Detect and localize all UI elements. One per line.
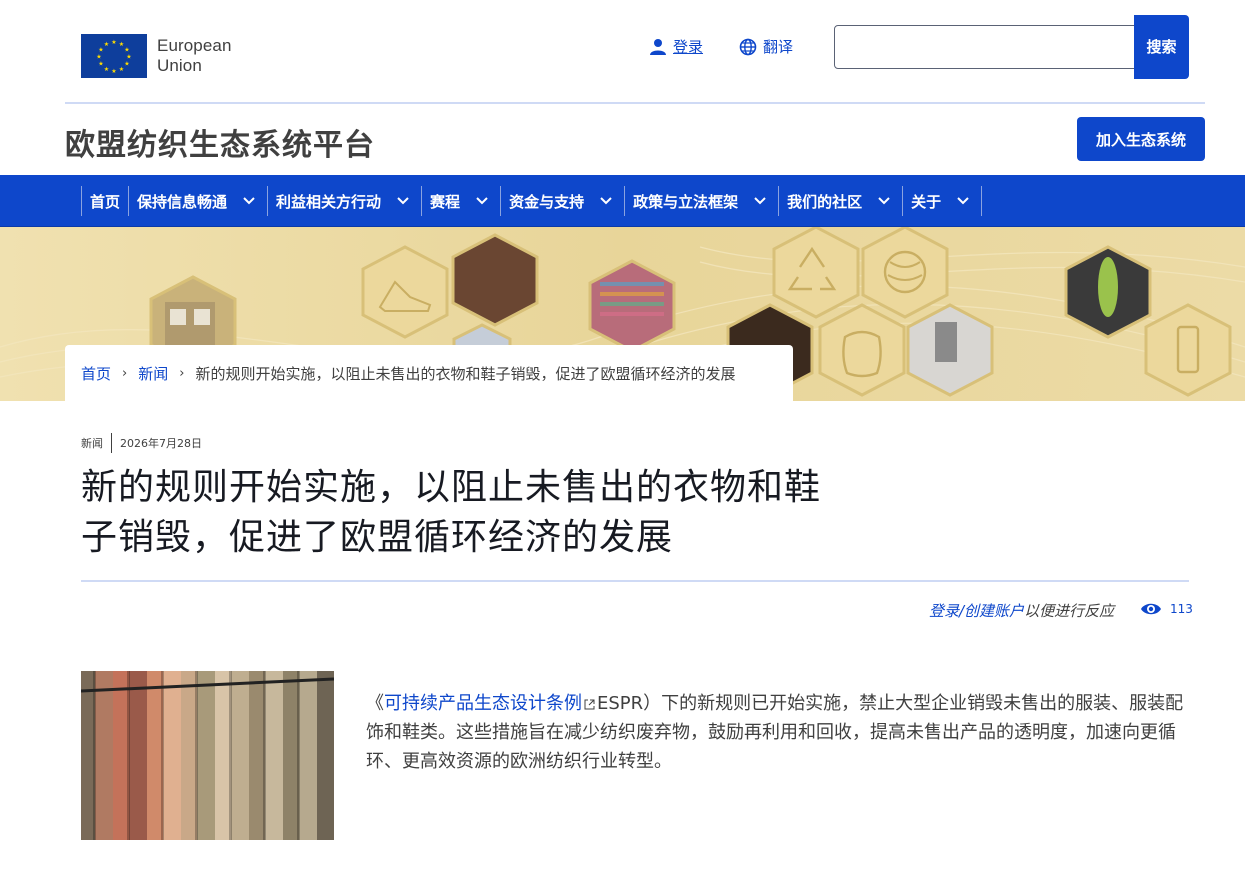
nav-item-policy[interactable]: 政策与立法框架 <box>624 186 778 216</box>
nav-item-funding[interactable]: 资金与支持 <box>500 186 624 216</box>
login-label: 登录 <box>673 38 704 56</box>
breadcrumb-current: 新的规则开始实施，以阻止未售出的衣物和鞋子销毁，促进了欧盟循环经济的发展 <box>195 364 736 383</box>
platform-title: 欧盟纺织生态系统平台 <box>65 128 375 163</box>
join-ecosystem-button[interactable]: 加入生态系统 <box>1077 117 1205 161</box>
nav-label: 关于 <box>911 192 942 211</box>
nav-item-home[interactable]: 首页 <box>81 186 128 216</box>
svg-text:★: ★ <box>124 61 129 68</box>
nav-item-about[interactable]: 关于 <box>902 186 983 216</box>
search-button[interactable]: 搜索 <box>1134 15 1189 79</box>
breadcrumb-news[interactable]: 新闻 <box>138 363 168 384</box>
svg-text:★: ★ <box>111 39 116 46</box>
intro-open-bracket: 《 <box>366 693 384 714</box>
svg-text:★: ★ <box>126 54 131 61</box>
meta-divider <box>111 433 112 453</box>
search-input[interactable] <box>834 25 1135 69</box>
chevron-down-icon <box>600 197 612 205</box>
article-title-line-2: 子销毁，促进了欧盟循环经济的发展 <box>81 517 674 558</box>
translate-link[interactable]: 翻译 <box>739 36 793 57</box>
nav-list: 首页 保持信息畅通 利益相关方行动 赛程 资金与支持 政策与立法框架 我们的社区… <box>81 186 983 216</box>
article-type: 新闻 <box>81 437 103 450</box>
nav-item-stay-informed[interactable]: 保持信息畅通 <box>128 186 267 216</box>
svg-text:★: ★ <box>98 61 103 68</box>
svg-text:★: ★ <box>104 66 109 73</box>
breadcrumb: 首页 › 新闻 › 新的规则开始实施，以阻止未售出的衣物和鞋子销毁，促进了欧盟循… <box>65 345 793 401</box>
header-divider <box>65 102 1205 104</box>
title-divider <box>81 580 1189 582</box>
login-link[interactable]: 登录 <box>649 36 703 57</box>
nav-label: 资金与支持 <box>509 192 585 211</box>
nav-item-stakeholder-actions[interactable]: 利益相关方行动 <box>267 186 421 216</box>
nav-label: 赛程 <box>430 192 461 211</box>
eu-flag-icon: ★ ★ ★ ★ ★ ★ ★ ★ ★ ★ ★ ★ <box>81 34 147 78</box>
nav-label: 保持信息畅通 <box>137 192 228 211</box>
article-title: 新的规则开始实施，以阻止未售出的衣物和鞋 子销毁，促进了欧盟循环经济的发展 <box>81 463 941 563</box>
nav-item-events[interactable]: 赛程 <box>421 186 500 216</box>
breadcrumb-home[interactable]: 首页 <box>81 363 111 384</box>
logo-line-2: Union <box>157 56 202 75</box>
article-image-fabric <box>81 671 334 840</box>
svg-text:★: ★ <box>96 54 101 61</box>
nav-item-community[interactable]: 我们的社区 <box>778 186 902 216</box>
article-meta: 新闻 2026年7月28日 <box>81 433 202 453</box>
breadcrumb-separator: › <box>122 365 128 381</box>
chevron-down-icon <box>397 197 409 205</box>
eu-logo-text: European Union <box>157 36 232 76</box>
globe-icon <box>739 38 757 55</box>
chevron-down-icon <box>754 197 766 205</box>
login-create-account-link[interactable]: 登录/创建账户 <box>929 600 1024 621</box>
svg-text:★: ★ <box>119 66 124 73</box>
reaction-prompt: 登录/创建账户 以便进行反应 <box>929 600 1114 621</box>
article-date: 2026年7月28日 <box>120 437 202 450</box>
svg-text:★: ★ <box>104 41 109 48</box>
svg-text:★: ★ <box>124 47 129 54</box>
chevron-down-icon <box>476 197 488 205</box>
nav-label: 我们的社区 <box>787 192 863 211</box>
translate-label: 翻译 <box>763 38 794 56</box>
external-link-icon <box>584 699 595 709</box>
article-intro: 《可持续产品生态设计条例 ESPR）下的新规则已开始实施，禁止大型企业销毁未售出的… <box>366 689 1189 776</box>
nav-label: 首页 <box>90 192 121 211</box>
logo-line-1: European <box>157 36 232 55</box>
chevron-down-icon <box>957 197 969 205</box>
eu-logo[interactable]: ★ ★ ★ ★ ★ ★ ★ ★ ★ ★ ★ ★ European Union <box>81 34 232 78</box>
view-count: 113 <box>1170 602 1193 616</box>
nav-label: 利益相关方行动 <box>276 192 382 211</box>
user-icon <box>650 38 666 55</box>
chevron-down-icon <box>243 197 255 205</box>
view-counter: 113 <box>1140 601 1193 617</box>
breadcrumb-separator: › <box>179 365 185 381</box>
reaction-text: 以便进行反应 <box>1024 602 1115 620</box>
main-nav: 首页 保持信息畅通 利益相关方行动 赛程 资金与支持 政策与立法框架 我们的社区… <box>0 175 1245 227</box>
eye-icon <box>1141 603 1161 615</box>
site-header: ★ ★ ★ ★ ★ ★ ★ ★ ★ ★ ★ ★ European Union 登… <box>0 0 1245 102</box>
espr-link[interactable]: 可持续产品生态设计条例 <box>384 693 582 714</box>
article-title-line-1: 新的规则开始实施，以阻止未售出的衣物和鞋 <box>81 467 822 508</box>
chevron-down-icon <box>878 197 890 205</box>
nav-label: 政策与立法框架 <box>633 192 739 211</box>
svg-text:★: ★ <box>111 68 116 75</box>
